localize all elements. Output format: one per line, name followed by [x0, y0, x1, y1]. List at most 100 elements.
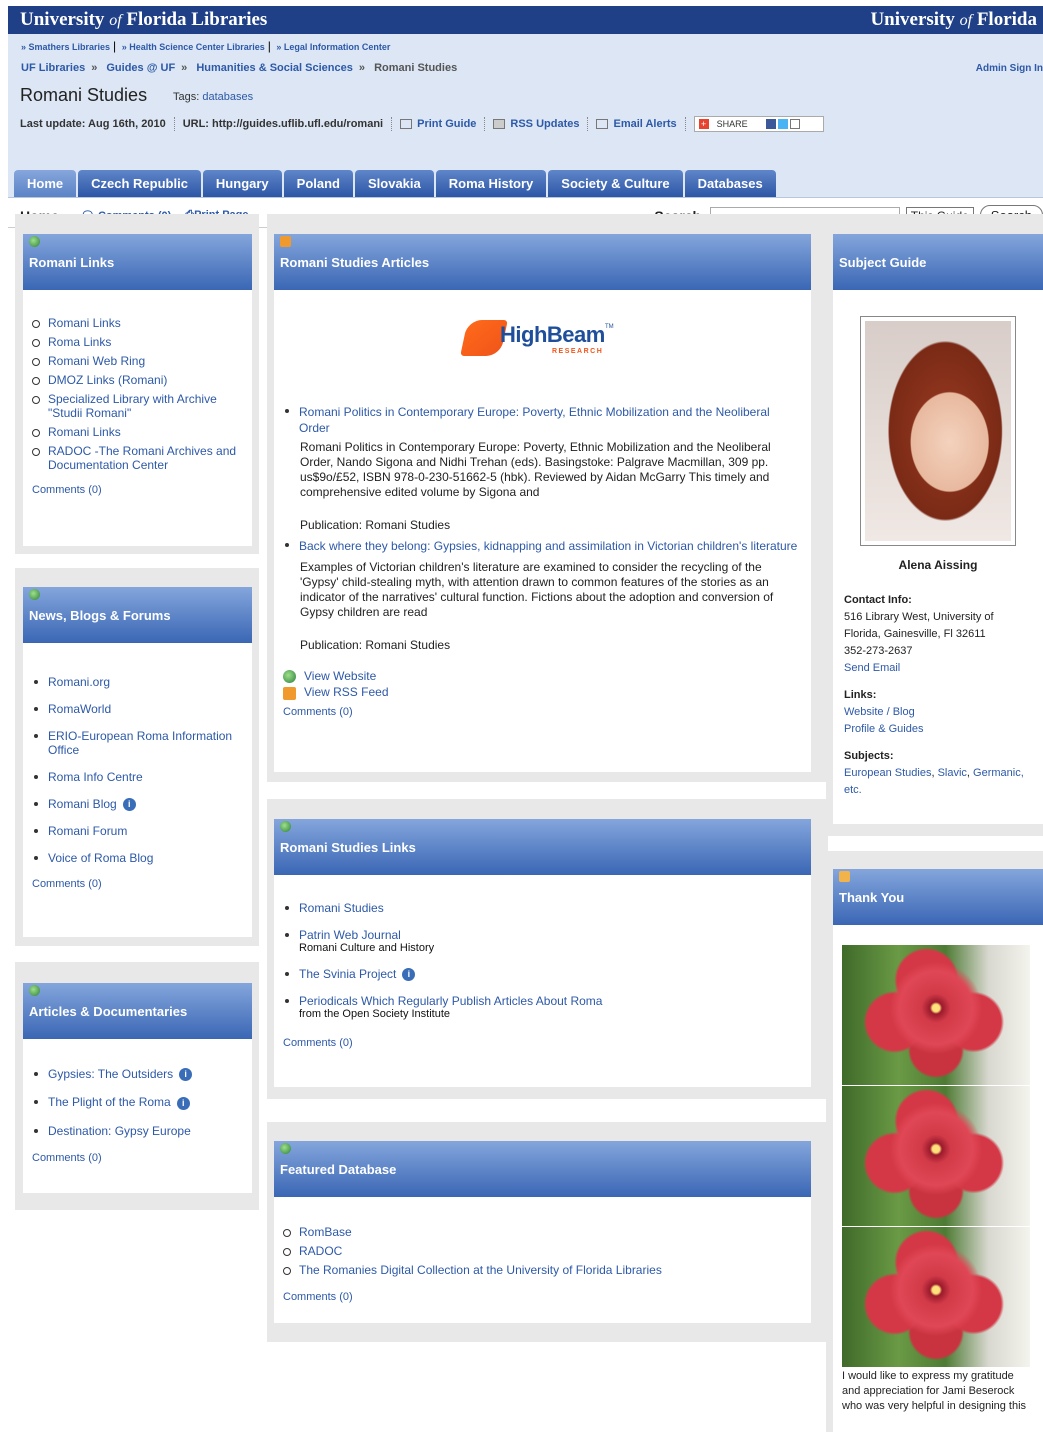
- info-icon[interactable]: i: [179, 1068, 193, 1082]
- uf-logo[interactable]: University of Florida: [870, 9, 1037, 31]
- tab-hungary[interactable]: Hungary: [202, 170, 282, 197]
- comments-link[interactable]: Comments (0): [283, 1291, 803, 1303]
- plus-icon: +: [698, 119, 709, 129]
- list-item[interactable]: Gypsies: The Outsiders: [48, 1067, 173, 1081]
- globe-icon: [283, 670, 296, 684]
- rss-icon: [839, 871, 850, 882]
- guide-tags: Tags: databases: [173, 91, 253, 103]
- globe-icon: [29, 236, 40, 247]
- top-banner: University of Florida Libraries Universi…: [8, 6, 1043, 34]
- article-title-link[interactable]: Romani Politics in Contemporary Europe: …: [299, 405, 770, 435]
- list-item[interactable]: ERIO-European Roma Information Office: [48, 729, 232, 757]
- subject-european-link[interactable]: European Studies: [844, 767, 931, 779]
- share-button[interactable]: + SHARE: [693, 116, 824, 132]
- list-item[interactable]: RADOC -The Romani Archives and Documenta…: [48, 444, 236, 472]
- list-item[interactable]: DMOZ Links (Romani): [48, 373, 167, 387]
- list-item[interactable]: Romani Links: [48, 425, 121, 439]
- library-sites: » Smathers Libraries | » Health Science C…: [21, 39, 391, 53]
- list-item[interactable]: Specialized Library with Archive "Studii…: [48, 392, 217, 420]
- list-item[interactable]: RomaWorld: [48, 702, 111, 716]
- box-title: Featured Database: [280, 1162, 397, 1177]
- envelope-icon: [596, 119, 609, 129]
- tag-databases-link[interactable]: databases: [202, 91, 253, 103]
- site-health-link[interactable]: » Health Science Center Libraries: [122, 42, 265, 52]
- tags-label: Tags:: [173, 91, 200, 103]
- box-header: Romani Studies Articles: [274, 234, 811, 290]
- list-item[interactable]: Roma Links: [48, 335, 111, 349]
- list-item[interactable]: Romani Forum: [48, 824, 127, 838]
- list-item[interactable]: Romani Blog: [48, 797, 117, 811]
- tab-poland[interactable]: Poland: [283, 170, 353, 197]
- list-item[interactable]: Romani Studies: [299, 901, 384, 915]
- romani-studies-links-box: Romani Studies Links Romani Studies Patr…: [274, 819, 811, 1087]
- breadcrumb-guides[interactable]: Guides @ UF: [106, 62, 175, 74]
- article-title-link[interactable]: Back where they belong: Gypsies, kidnapp…: [299, 539, 797, 553]
- list-item[interactable]: Romani.org: [48, 675, 110, 689]
- box-title: Romani Links: [29, 255, 115, 270]
- breadcrumb-humanities[interactable]: Humanities & Social Sciences: [196, 62, 353, 74]
- list-item[interactable]: RomBase: [299, 1225, 352, 1239]
- article-list: Romani Politics in Contemporary Europe: …: [274, 404, 803, 436]
- info-icon[interactable]: i: [122, 798, 136, 812]
- box-header: Articles & Documentaries: [23, 983, 252, 1039]
- info-icon[interactable]: i: [176, 1096, 190, 1110]
- admin-sign-in-link[interactable]: Admin Sign In: [976, 63, 1043, 74]
- send-email-link[interactable]: Send Email: [844, 660, 1031, 677]
- hibiscus-image: [842, 1227, 1030, 1367]
- romani-links-box: Romani Links Romani Links Roma Links Rom…: [23, 234, 252, 546]
- hibiscus-image: [842, 945, 1030, 1085]
- tab-roma-history[interactable]: Roma History: [435, 170, 547, 197]
- tab-slovakia[interactable]: Slovakia: [355, 170, 434, 197]
- view-rss-link[interactable]: View RSS Feed: [283, 685, 803, 700]
- globe-icon: [280, 821, 291, 832]
- comments-link[interactable]: Comments (0): [32, 878, 244, 890]
- subject-slavic-link[interactable]: Slavic: [938, 767, 967, 779]
- contact-label: Contact Info:: [844, 594, 912, 606]
- profile-guides-link[interactable]: Profile & Guides: [844, 721, 1031, 738]
- list-item[interactable]: The Plight of the Roma: [48, 1095, 171, 1109]
- list-item[interactable]: Romani Web Ring: [48, 354, 145, 368]
- comments-link[interactable]: Comments (0): [283, 706, 803, 718]
- list-item[interactable]: Patrin Web Journal: [299, 928, 401, 942]
- site-smathers-link[interactable]: » Smathers Libraries: [21, 42, 110, 52]
- list-item[interactable]: RADOC: [299, 1244, 342, 1258]
- list-item[interactable]: The Svinia Project: [299, 967, 396, 981]
- list-item[interactable]: Voice of Roma Blog: [48, 851, 153, 865]
- list-item[interactable]: Roma Info Centre: [48, 770, 143, 784]
- thank-you-text: I would like to express my gratitude and…: [842, 1370, 1027, 1412]
- rss-updates-link[interactable]: RSS Updates: [510, 118, 579, 130]
- tab-czech-republic[interactable]: Czech Republic: [78, 170, 201, 197]
- uf-libraries-logo[interactable]: University of Florida Libraries: [20, 9, 267, 31]
- comments-link[interactable]: Comments (0): [32, 484, 244, 496]
- tab-society-culture[interactable]: Society & Culture: [548, 170, 683, 197]
- print-guide-link[interactable]: Print Guide: [417, 118, 476, 130]
- rss-icon: [283, 686, 296, 700]
- tab-home[interactable]: Home: [14, 170, 77, 197]
- list-item[interactable]: Romani Links: [48, 316, 121, 330]
- box-title: Articles & Documentaries: [29, 1004, 188, 1019]
- site-legal-link[interactable]: » Legal Information Center: [276, 42, 390, 52]
- share-label: SHARE: [716, 119, 748, 129]
- comments-link[interactable]: Comments (0): [32, 1152, 244, 1164]
- list-item[interactable]: The Romanies Digital Collection at the U…: [299, 1263, 662, 1277]
- guide-header: » Smathers Libraries | » Health Science C…: [8, 34, 1043, 228]
- email-alerts-link[interactable]: Email Alerts: [613, 118, 676, 130]
- breadcrumb: UF Libraries » Guides @ UF » Humanities & …: [21, 62, 457, 74]
- view-website-link[interactable]: View Website: [283, 669, 803, 684]
- contact-address: 516 Library West, University of Florida,…: [844, 611, 994, 640]
- email-share-icon: [789, 119, 800, 129]
- info-icon[interactable]: i: [402, 968, 416, 982]
- twitter-icon: [777, 119, 788, 129]
- tab-databases[interactable]: Databases: [684, 170, 776, 197]
- list-item[interactable]: Periodicals Which Regularly Publish Arti…: [299, 994, 602, 1008]
- facebook-icon: [765, 119, 776, 129]
- article-summary: Examples of Victorian children's literat…: [300, 560, 774, 619]
- highbeam-logo[interactable]: HighBeam TM RESEARCH: [460, 318, 624, 360]
- list-item[interactable]: Destination: Gypsy Europe: [48, 1124, 191, 1138]
- website-blog-link[interactable]: Website / Blog: [844, 704, 1031, 721]
- comments-link[interactable]: Comments (0): [283, 1037, 803, 1049]
- logo-subtext: RESEARCH: [552, 348, 604, 355]
- link-list: Romani Studies Patrin Web Journal Romani …: [274, 901, 803, 1020]
- breadcrumb-uf-libraries[interactable]: UF Libraries: [21, 62, 85, 74]
- news-box: News, Blogs & Forums Romani.org RomaWorl…: [23, 587, 252, 937]
